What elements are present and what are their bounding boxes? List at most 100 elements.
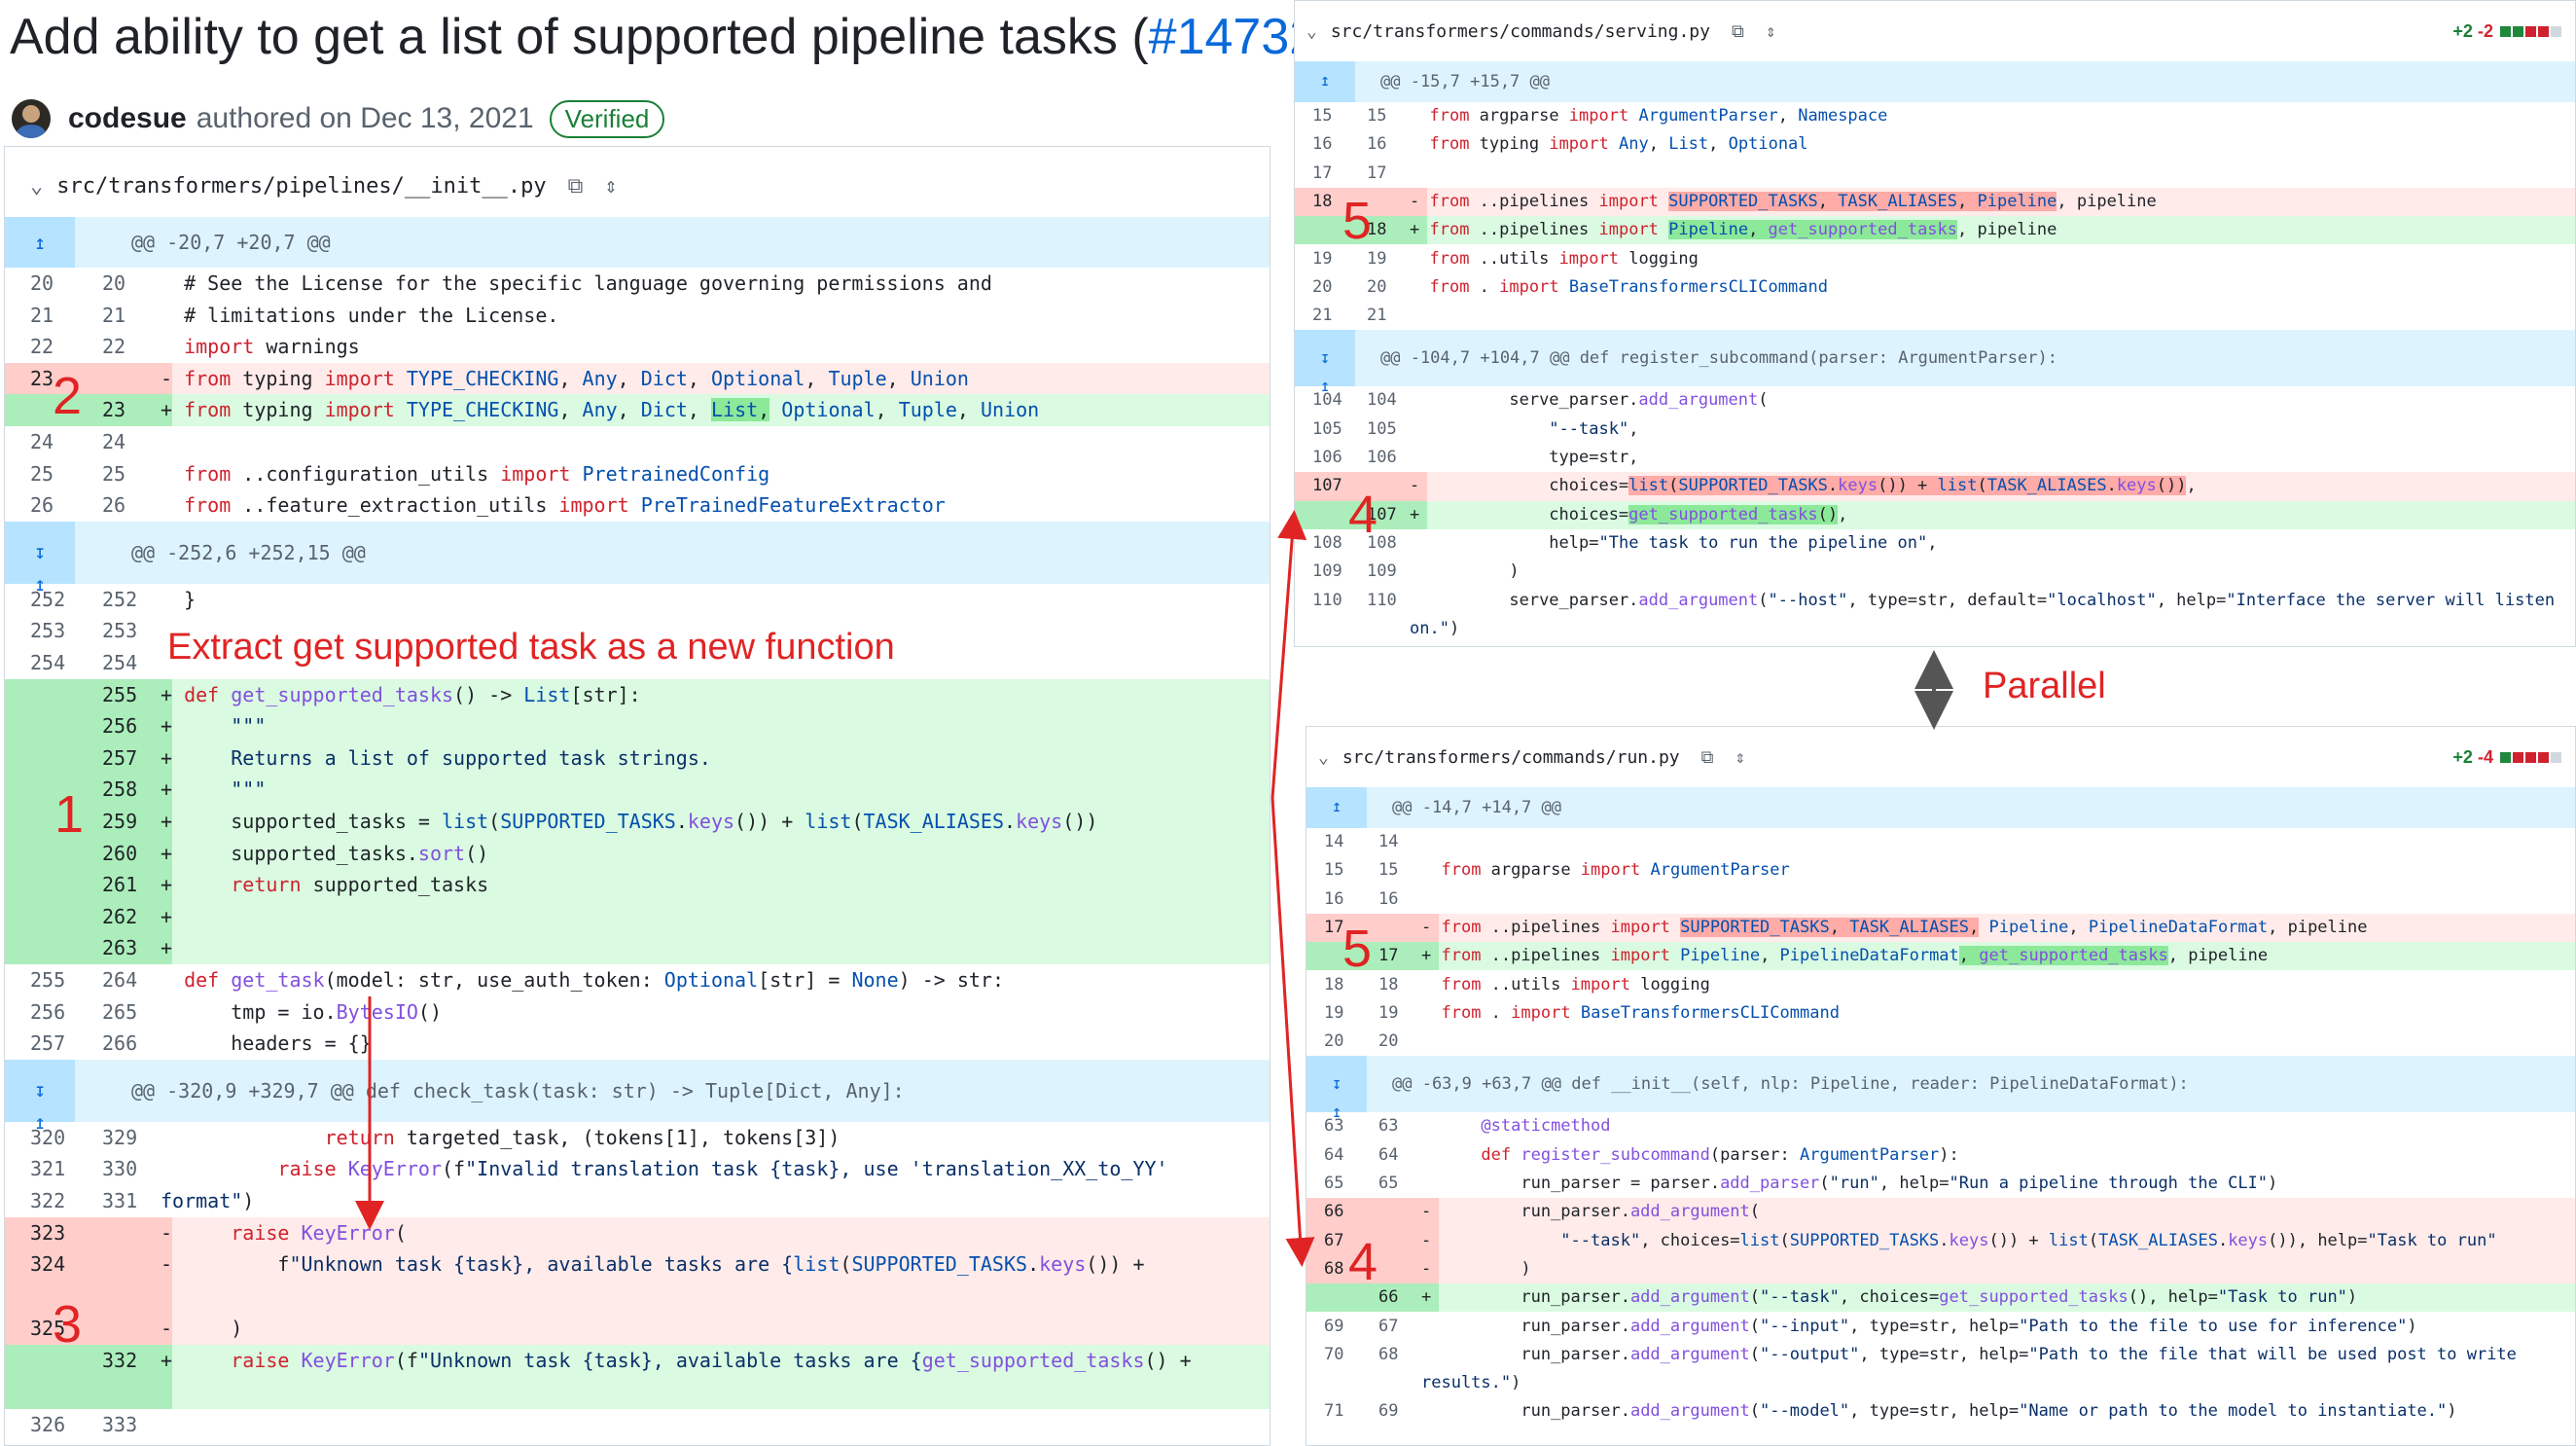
hunk-header[interactable]: ↥ @@ -15,7 +15,7 @@: [1295, 61, 2575, 102]
additions-count: +2: [2452, 746, 2473, 767]
expand-icon[interactable]: ⇕: [1735, 747, 1745, 768]
expand-icon[interactable]: ↥: [1295, 67, 1355, 95]
arrow-to-serving: [1270, 510, 1307, 799]
expand-icon[interactable]: ↥: [1306, 793, 1367, 821]
hunk-header[interactable]: ↧ ↥ @@ -320,9 +329,7 @@ def check_task(tas…: [5, 1059, 1270, 1134]
copy-icon[interactable]: ⧉: [568, 174, 584, 199]
diff-line: 16 16 from typing import Any, List, Optio…: [1312, 134, 1808, 155]
diff-line: 252 252 }: [30, 587, 197, 611]
annotation-number: 3: [53, 1295, 83, 1354]
diff-line: 261 + return supported_tasks: [5, 869, 1270, 901]
diff-line: 66 + run_parser.add_argument("--task", ch…: [1306, 1283, 2575, 1313]
commit-title: Add ability to get a list of supported p…: [10, 8, 1335, 66]
expand-icon[interactable]: ⇕: [1766, 21, 1776, 42]
diff-line: 18- from ..pipelines import SUPPORTED_TA…: [1295, 187, 2575, 217]
diff-stat: +2 -4: [2452, 747, 2561, 768]
diff-line: 320 329 return targeted_task, (tokens[1],…: [30, 1125, 841, 1149]
diff-line: 256 265 tmp = io.BytesIO(): [30, 999, 443, 1024]
additions-count: +2: [2452, 20, 2473, 41]
diff-line: 325- ): [5, 1313, 1270, 1345]
diff-line: 109 109 ): [1312, 561, 1520, 582]
diff-line: 104 104 serve_parser.add_argument(: [1312, 390, 1769, 411]
annotation-number: 4: [1348, 486, 1378, 544]
deletions-count: -2: [2477, 20, 2493, 41]
diff-line: 105 105 "--task",: [1312, 418, 1639, 439]
diff-line: 21 21 # limitations under the License.: [30, 303, 559, 327]
diff-line: 23- from typing import TYPE_CHECKING, An…: [5, 362, 1270, 395]
diff-line: 15 15 from argparse import ArgumentParser…: [1312, 106, 1888, 126]
annotation-number: 5: [1342, 920, 1373, 978]
hunk-header[interactable]: ↧ ↥ @@ -252,6 +252,15 @@: [5, 521, 1270, 596]
left-diff-panel: ⌄ src/transformers/pipelines/__init__.py…: [4, 146, 1270, 1446]
diff-line: 106 106 type=str,: [1312, 448, 1639, 467]
diff-line: 24 24: [30, 430, 126, 453]
diff-line: 14 14: [1324, 832, 1399, 851]
diff-line: 20 20 from . import BaseTransformersCLICo…: [1312, 276, 1828, 297]
diff-line: 64 64 def register_subcommand(parser: Arg…: [1324, 1144, 1959, 1165]
hunk-header[interactable]: ↧ ↥ @@ -63,9 +63,7 @@ def __init__(self, n…: [1306, 1056, 2575, 1122]
diff-line: 23 + from typing import TYPE_CHECKING, An…: [5, 394, 1270, 426]
diff-line: 255 264 def get_task(model: str, use_auth…: [30, 968, 1004, 992]
parallel-annotation: Parallel: [1983, 666, 2106, 706]
annotation-number: 5: [1342, 192, 1373, 250]
diff-line: 21 21: [1312, 306, 1387, 326]
author-name[interactable]: codesue: [68, 102, 187, 135]
arrow-to-run: [1270, 797, 1315, 1267]
diff-line: 324- f"Unknown task {task}, available ta…: [5, 1248, 1270, 1314]
diff-line: 110 110 serve_parser.add_argument("--host…: [1312, 590, 2565, 638]
file-header: ⌄ src/transformers/pipelines/__init__.py…: [5, 147, 1270, 225]
copy-icon[interactable]: ⧉: [1732, 21, 1744, 42]
diff-line: 321 330 raise KeyError(f"Invalid translat…: [30, 1157, 1180, 1212]
copy-icon[interactable]: ⧉: [1701, 747, 1714, 768]
chevron-down-icon[interactable]: ⌄: [30, 174, 43, 199]
verified-badge[interactable]: Verified: [549, 99, 665, 138]
authored-date: authored on Dec 13, 2021: [196, 102, 534, 134]
commit-author-line: codesue authored on Dec 13, 2021 Verifie…: [12, 95, 665, 142]
diff-line: 323- raise KeyError(: [5, 1216, 1270, 1249]
chevron-down-icon[interactable]: ⌄: [1318, 747, 1329, 768]
diff-line: 107 + choices=get_supported_tasks(),: [1295, 500, 2575, 529]
extract-annotation: Extract get supported task as a new func…: [167, 627, 895, 668]
diff-line: 25 25 from ..configuration_utils import P…: [30, 461, 770, 486]
file-path[interactable]: src/transformers/pipelines/__init__.py: [56, 174, 546, 199]
diff-stat: +2 -2: [2452, 21, 2561, 42]
diff-line: 17- from ..pipelines import SUPPORTED_TA…: [1306, 913, 2575, 943]
diff-line: 63 63 @staticmethod: [1324, 1116, 1611, 1137]
hunk-header[interactable]: ↧ ↥ @@ -104,7 +104,7 @@ def register_subco…: [1295, 330, 2575, 396]
diff-line: 20 20: [1324, 1031, 1399, 1052]
diff-line: 17 17: [1312, 163, 1387, 183]
diff-line: 17 + from ..pipelines import Pipeline, Pi…: [1306, 942, 2575, 971]
diff-line: 19 19 from . import BaseTransformersCLICo…: [1324, 1002, 1840, 1023]
diff-line: 262 +: [5, 900, 1270, 933]
hunk-header[interactable]: ↥ @@ -20,7 +20,7 @@: [5, 217, 1270, 268]
diff-line: 260 + supported_tasks.sort(): [5, 837, 1270, 870]
run-diff-panel: ⌄ src/transformers/commands/run.py ⧉ ⇕ +…: [1306, 726, 2576, 1446]
issue-link[interactable]: #14732: [1149, 9, 1318, 65]
serving-diff-panel: ⌄ src/transformers/commands/serving.py ⧉…: [1294, 0, 2576, 647]
avatar[interactable]: [12, 99, 51, 138]
expand-icon[interactable]: ⇕: [604, 174, 617, 199]
diff-line: 263 +: [5, 932, 1270, 964]
deletions-count: -4: [2477, 746, 2493, 767]
expand-icon[interactable]: ↥: [5, 227, 75, 259]
diff-line: 20 20 # See the License for the specific …: [30, 271, 992, 295]
annotation-number: 2: [53, 367, 83, 425]
diff-line: 70 68 run_parser.add_argument("--output",…: [1324, 1344, 2527, 1393]
diff-line: 257 266 headers = {}: [30, 1031, 372, 1056]
file-path[interactable]: src/transformers/commands/run.py: [1342, 747, 1680, 768]
file-path[interactable]: src/transformers/commands/serving.py: [1331, 21, 1710, 42]
diff-line: 107- choices=list(SUPPORTED_TASKS.keys()…: [1295, 472, 2575, 501]
diff-line: 16 16: [1324, 888, 1399, 909]
diff-line: 257 + Returns a list of supported task st…: [5, 741, 1270, 775]
diff-line: 26 26 from ..feature_extraction_utils imp…: [30, 493, 946, 518]
diff-line: 69 67 run_parser.add_argument("--input", …: [1324, 1316, 2417, 1336]
diff-line: 71 69 run_parser.add_argument("--model", …: [1324, 1400, 2457, 1421]
diff-line: 22 22 import warnings: [30, 335, 360, 359]
annotation-number: 1: [54, 785, 85, 844]
diff-line: 258 + """: [5, 774, 1270, 806]
chevron-down-icon[interactable]: ⌄: [1306, 21, 1317, 42]
diff-line: 68- ): [1306, 1254, 2575, 1284]
hunk-header[interactable]: ↥ @@ -14,7 +14,7 @@: [1306, 787, 2575, 828]
diff-line: 65 65 run_parser = parser.add_parser("run…: [1324, 1174, 2278, 1193]
diff-line: 255 + def get_supported_tasks() -> List[s…: [5, 678, 1270, 711]
